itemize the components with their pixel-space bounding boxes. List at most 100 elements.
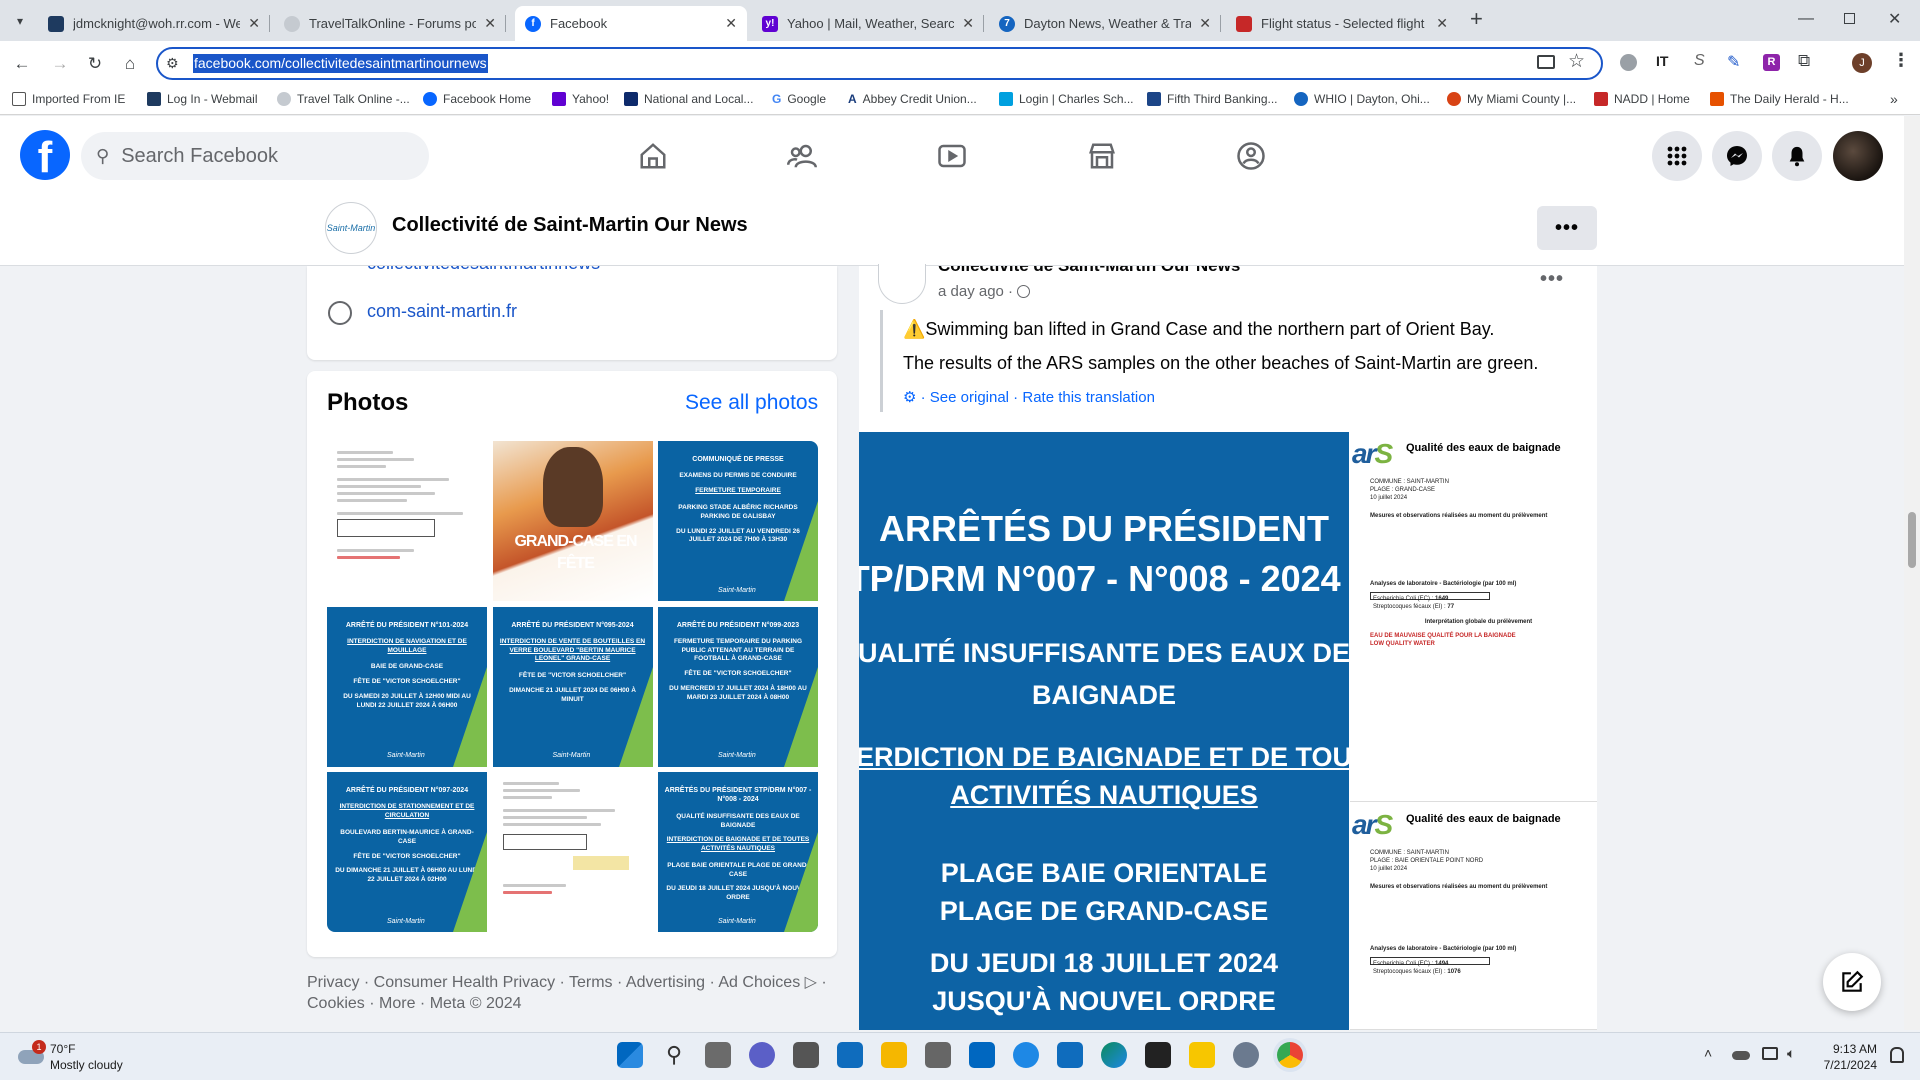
friends-icon[interactable] — [782, 136, 822, 176]
page-title[interactable]: Collectivité de Saint-Martin Our News — [392, 214, 748, 237]
photo-tile[interactable]: ARRÊTÉ DU PRÉSIDENT N°095-2024 INTERDICT… — [492, 606, 653, 767]
page-avatar[interactable]: Saint-Martin — [325, 202, 377, 254]
bookmark-miami-county[interactable]: My Miami County |... — [1447, 92, 1576, 106]
home-button[interactable]: ⌂ — [118, 52, 142, 76]
start-icon[interactable] — [617, 1042, 643, 1068]
extension-icon[interactable]: ✎ — [1727, 52, 1740, 72]
volume-icon[interactable]: 🔈︎ — [1787, 1045, 1795, 1062]
network-icon[interactable] — [1762, 1047, 1778, 1060]
facebook-logo-icon[interactable]: f — [20, 130, 70, 180]
new-message-button[interactable] — [1823, 953, 1881, 1011]
bookmark-charles-schwab[interactable]: Login | Charles Sch... — [999, 92, 1134, 106]
groups-icon[interactable] — [1231, 136, 1271, 176]
tab-search-button[interactable]: ▾ — [8, 10, 32, 32]
tab-webmail[interactable]: jdmcknight@woh.rr.com - Web ✕ — [38, 6, 270, 41]
bookmark-fifth-third[interactable]: Fifth Third Banking... — [1147, 92, 1278, 106]
extensions-puzzle-icon[interactable]: ⧉ — [1798, 51, 1810, 71]
bookmark-traveltalk[interactable]: Travel Talk Online -... — [277, 92, 410, 106]
back-button[interactable]: ← — [10, 52, 34, 76]
bookmark-yahoo[interactable]: Yahoo! — [552, 92, 609, 106]
edge-icon[interactable] — [1101, 1042, 1127, 1068]
tab-dayton-news[interactable]: 7 Dayton News, Weather & Traffic ✕ — [989, 6, 1221, 41]
teams-icon[interactable] — [749, 1042, 775, 1068]
search-icon[interactable]: ⚲ — [661, 1042, 687, 1068]
account-avatar[interactable] — [1833, 131, 1883, 181]
url-text[interactable]: facebook.com/collectivitedesaintmartinou… — [193, 54, 488, 73]
photo-tile[interactable]: COMMUNIQUÉ DE PRESSE EXAMENS DU PERMIS D… — [658, 441, 818, 601]
tab-flight-status[interactable]: Flight status - Selected flight - A ✕ — [1226, 6, 1458, 41]
tab-facebook[interactable]: f Facebook ✕ — [515, 6, 747, 41]
bookmark-daily-herald[interactable]: The Daily Herald - H... — [1710, 92, 1849, 106]
see-original-link[interactable]: See original — [930, 389, 1009, 406]
install-app-icon[interactable] — [1537, 55, 1555, 69]
forward-button[interactable]: → — [48, 52, 72, 76]
search-input[interactable]: ⚲ Search Facebook — [81, 132, 429, 180]
restore-button[interactable] — [1844, 13, 1855, 24]
app-icon[interactable] — [1145, 1042, 1171, 1068]
bookmark-whio[interactable]: WHIO | Dayton, Ohi... — [1294, 92, 1430, 106]
tray-chevron-icon[interactable]: ˄ — [1704, 1045, 1712, 1061]
settings-icon[interactable] — [1233, 1042, 1259, 1068]
system-clock[interactable]: 9:13 AM 7/21/2024 — [1809, 1041, 1877, 1073]
photo-tile[interactable]: ARRÊTÉS DU PRÉSIDENT STP/DRM N°007 - N°0… — [658, 772, 818, 932]
post-author-name[interactable]: Collectivité de Saint-Martin Our News — [938, 266, 1240, 276]
close-icon[interactable]: ✕ — [1436, 15, 1448, 32]
website-link[interactable]: com-saint-martin.fr — [367, 301, 517, 322]
video-icon[interactable] — [932, 136, 972, 176]
see-all-photos-link[interactable]: See all photos — [685, 391, 818, 415]
bookmark-webmail[interactable]: Log In - Webmail — [147, 92, 258, 106]
messenger-icon[interactable] — [1712, 131, 1762, 181]
profile-icon[interactable]: J — [1852, 53, 1872, 73]
camera-icon[interactable] — [793, 1042, 819, 1068]
bookmark-abbey-credit-union[interactable]: A Abbey Credit Union... — [848, 92, 977, 106]
app-icon[interactable] — [837, 1042, 863, 1068]
task-view-icon[interactable] — [705, 1042, 731, 1068]
close-icon[interactable]: ✕ — [725, 15, 737, 32]
adblock-extension-icon[interactable] — [1620, 54, 1637, 71]
social-link[interactable]: collectivitedesaintmartinnews — [367, 266, 600, 272]
post-timestamp[interactable]: a day ago · — [938, 283, 1031, 300]
scrollbar-thumb[interactable] — [1908, 512, 1916, 568]
bookmark-national-local[interactable]: National and Local... — [624, 92, 753, 106]
footer-links[interactable]: Privacy · Consumer Health Privacy · Term… — [307, 972, 827, 1014]
home-icon[interactable] — [633, 136, 673, 176]
close-window-button[interactable]: ✕ — [1888, 9, 1901, 29]
post-options-button[interactable]: ••• — [1540, 268, 1564, 291]
minimize-button[interactable]: — — [1798, 10, 1814, 28]
mail-icon[interactable] — [1057, 1042, 1083, 1068]
store-icon[interactable] — [969, 1042, 995, 1068]
page-more-button[interactable]: ••• — [1537, 206, 1597, 250]
notifications-bell-icon[interactable] — [1772, 131, 1822, 181]
photo-tile[interactable]: ARRÊTÉ DU PRÉSIDENT N°099-2023 FERMETURE… — [658, 606, 818, 767]
post-main-image[interactable]: ARRÊTÉS DU PRÉSIDENT TP/DRM N°007 - N°00… — [859, 432, 1349, 1030]
extension-icon[interactable]: R — [1763, 54, 1780, 71]
close-icon[interactable]: ✕ — [248, 15, 260, 32]
chrome-icon[interactable] — [1277, 1042, 1303, 1068]
close-icon[interactable]: ✕ — [962, 15, 974, 32]
rate-translation-link[interactable]: Rate this translation — [1022, 389, 1155, 406]
bookmark-star-icon[interactable]: ☆ — [1568, 50, 1585, 73]
calculator-icon[interactable] — [925, 1042, 951, 1068]
close-icon[interactable]: ✕ — [484, 15, 496, 32]
onedrive-icon[interactable] — [1732, 1051, 1750, 1060]
extension-icon[interactable]: S — [1694, 52, 1705, 70]
marketplace-icon[interactable] — [1082, 136, 1122, 176]
bookmark-google[interactable]: G Google — [772, 92, 826, 106]
ars-document-image[interactable]: arS Qualité des eaux de baignade COMMUNE… — [1350, 432, 1597, 802]
photo-tile[interactable] — [327, 441, 487, 601]
file-explorer-icon[interactable] — [881, 1042, 907, 1068]
photo-tile[interactable]: GRAND-CASE EN FÊTE — [492, 441, 653, 601]
more-bookmarks-icon[interactable]: » — [1890, 91, 1898, 107]
ars-document-image[interactable]: arS Qualité des eaux de baignade COMMUNE… — [1350, 803, 1597, 1030]
photo-tile[interactable] — [492, 772, 653, 932]
page-scrollbar[interactable] — [1904, 116, 1920, 1030]
extension-icon[interactable]: IT — [1656, 53, 1668, 69]
bookmark-nadd[interactable]: NADD | Home — [1594, 92, 1690, 106]
tab-yahoo[interactable]: y! Yahoo | Mail, Weather, Search, P ✕ — [752, 6, 984, 41]
new-tab-button[interactable]: + — [1470, 6, 1483, 32]
photo-tile[interactable]: ARRÊTÉ DU PRÉSIDENT N°101-2024 INTERDICT… — [327, 606, 487, 767]
weather-widget[interactable]: 70°F Mostly cloudy — [50, 1041, 123, 1073]
browser-menu-icon[interactable]: ⋮ — [1892, 50, 1910, 71]
site-info-icon[interactable]: ⚙ — [166, 55, 179, 72]
reload-button[interactable]: ↻ — [83, 52, 107, 76]
